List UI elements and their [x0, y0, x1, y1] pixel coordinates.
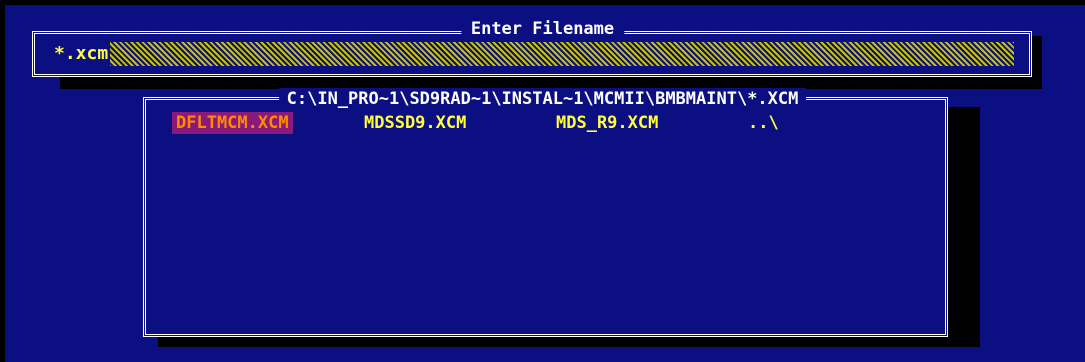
file-item-mds-r9[interactable]: MDS_R9.XCM: [552, 112, 662, 134]
file-item-dfltmcm[interactable]: DFLTMCM.XCM: [172, 112, 293, 134]
file-list-shadow-bottom: [158, 337, 980, 347]
filename-input[interactable]: *.xcm: [52, 42, 1014, 66]
directory-path: C:\IN_PRO~1\SD9RAD~1\INSTAL~1\MCMII\BMBM…: [278, 88, 807, 110]
screen: Enter Filename *.xcm C:\IN_PRO~1\SD9RAD~…: [0, 0, 1085, 362]
file-item-mdssd9[interactable]: MDSSD9.XCM: [360, 112, 470, 134]
file-item-parent-dir[interactable]: ..\: [744, 112, 783, 134]
file-list-shadow-right: [948, 107, 980, 347]
filename-input-value[interactable]: *.xcm: [52, 42, 111, 66]
dialog-title: Enter Filename: [460, 18, 625, 40]
